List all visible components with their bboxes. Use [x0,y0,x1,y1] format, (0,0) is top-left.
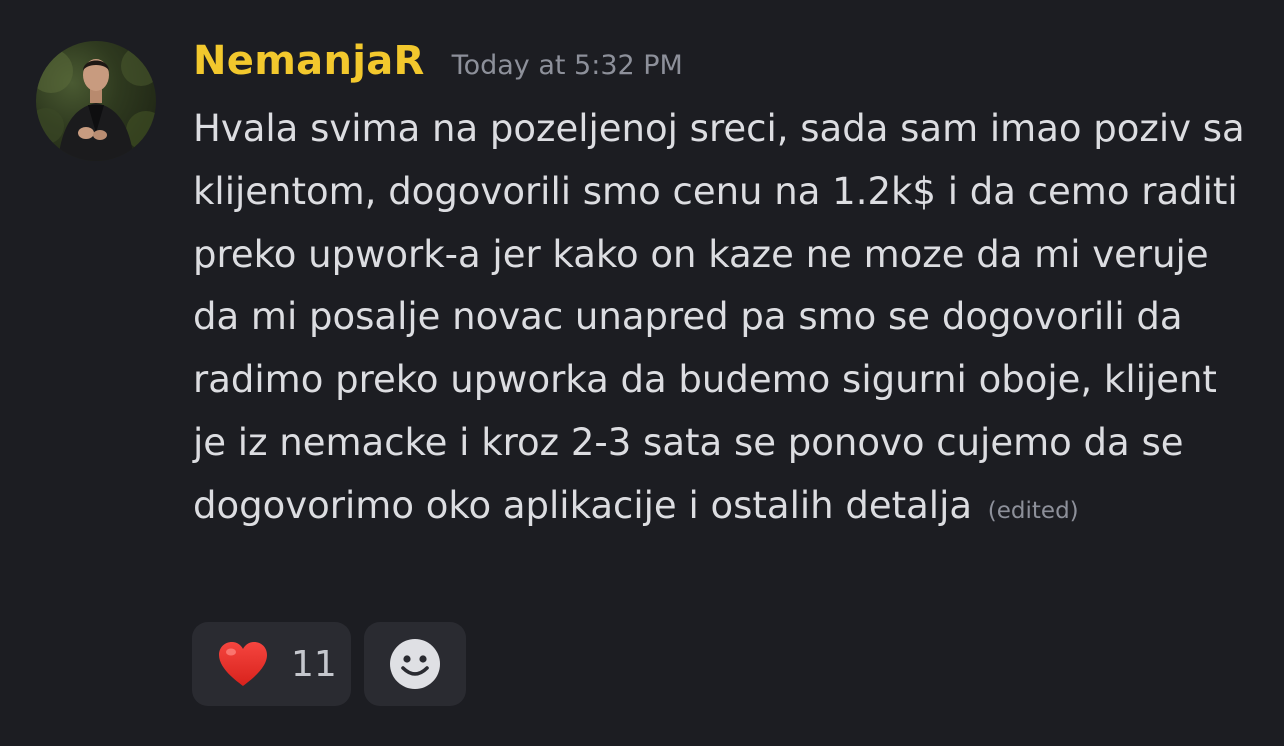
smiley-face-icon [390,639,440,689]
timestamp: Today at 5:32 PM [451,50,683,81]
chat-message: NemanjaR Today at 5:32 PM Hvala svima na… [0,0,1284,746]
message-text: Hvala svima na pozeljenoj sreci, sada sa… [193,107,1245,527]
message-content: Hvala svima na pozeljenoj sreci, sada sa… [193,98,1258,543]
heart-icon [219,642,267,686]
user-avatar[interactable] [36,41,156,161]
reactions-bar: 11 [192,622,466,706]
reaction-heart[interactable]: 11 [192,622,351,706]
message-header: NemanjaR Today at 5:32 PM [193,38,683,84]
username[interactable]: NemanjaR [193,38,425,84]
edited-label: (edited) [987,497,1079,524]
avatar-image [36,46,156,161]
add-reaction-button[interactable] [364,622,466,706]
reaction-count: 11 [291,643,337,685]
